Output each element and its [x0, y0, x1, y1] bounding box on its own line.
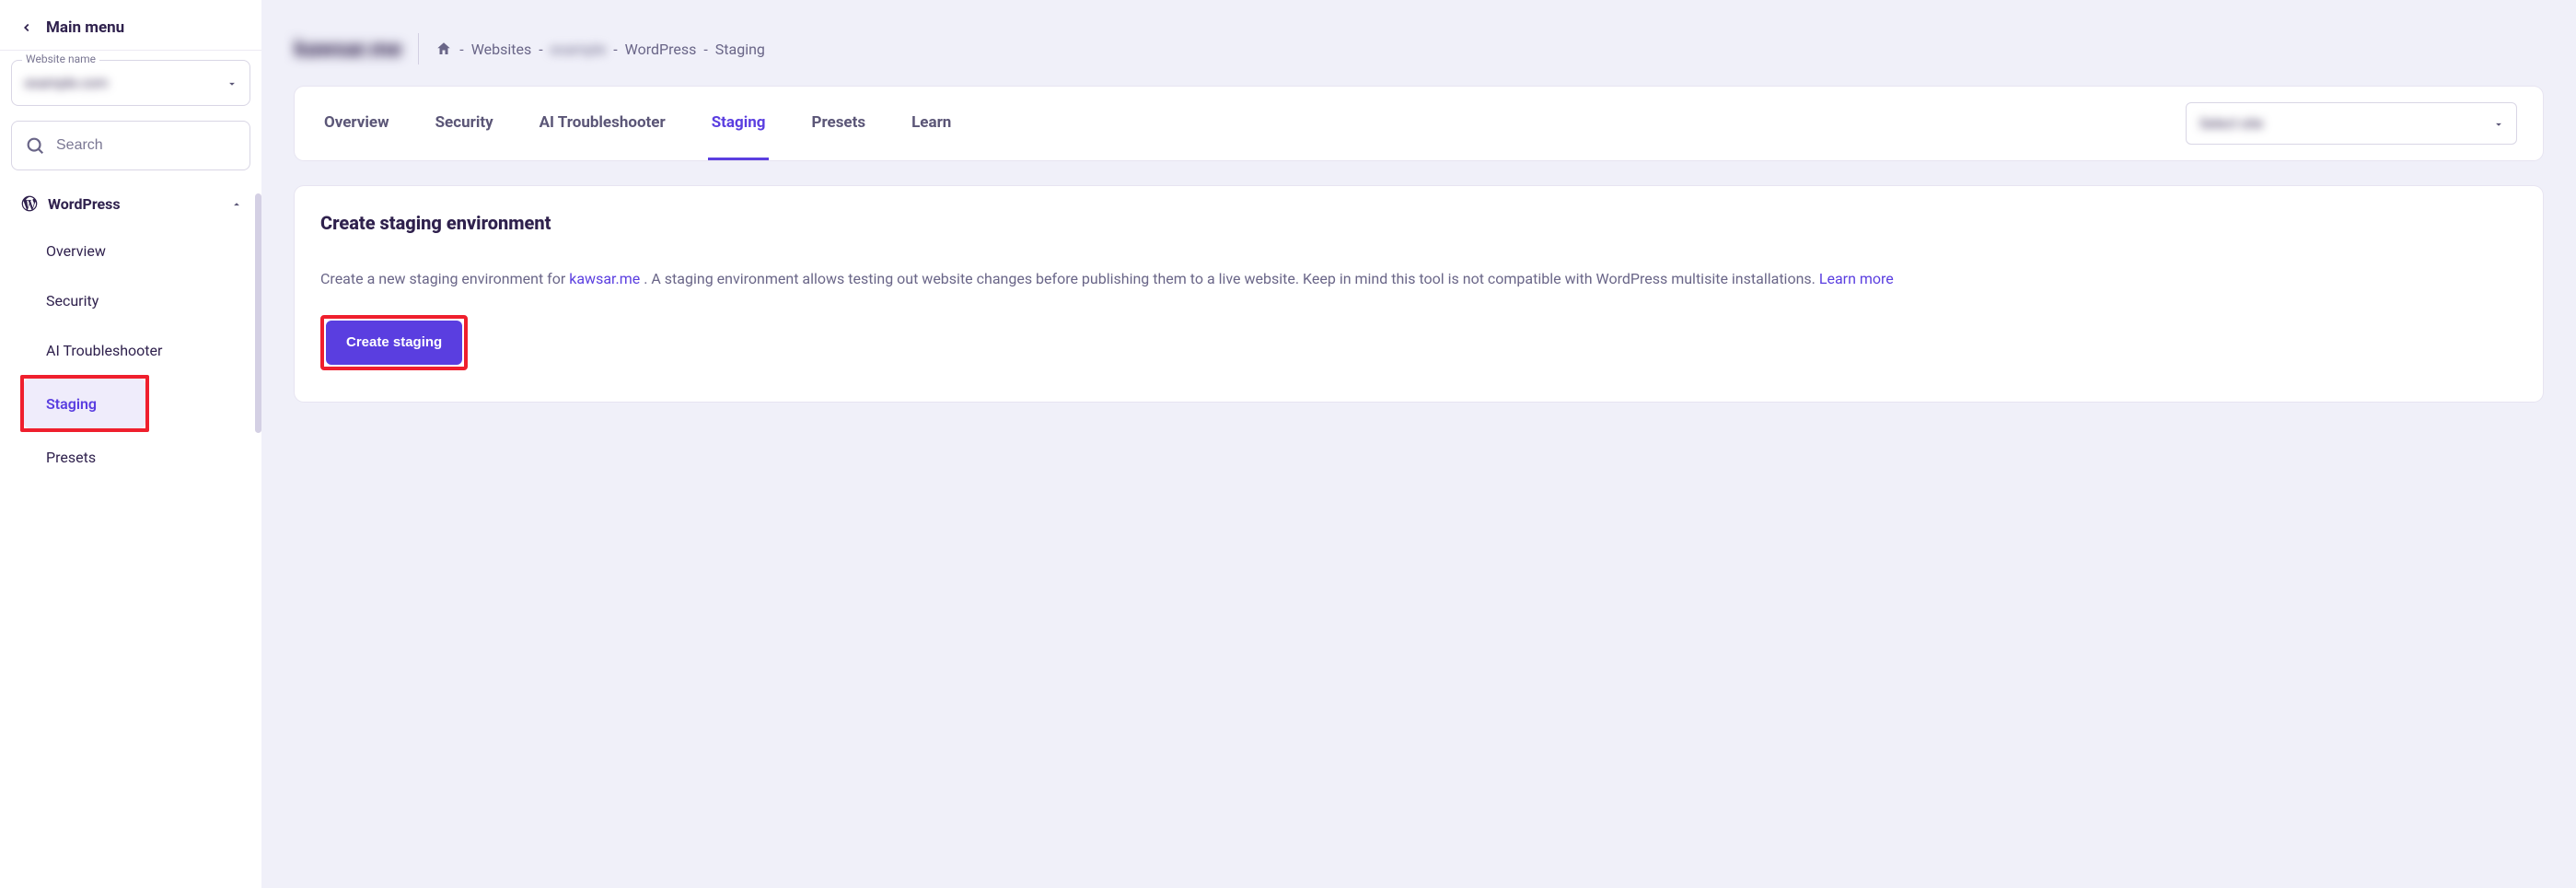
- main-menu-label: Main menu: [46, 18, 124, 37]
- sidebar-item-overview[interactable]: Overview: [20, 226, 250, 275]
- sidebar-item-security[interactable]: Security: [20, 275, 250, 325]
- sidebar-item-label: Staging: [46, 395, 97, 413]
- breadcrumb-site-blurred[interactable]: example: [551, 41, 607, 58]
- chevron-left-icon: [20, 21, 33, 34]
- tab-presets[interactable]: Presets: [807, 87, 869, 160]
- sidebar-item-staging[interactable]: Staging: [24, 379, 145, 428]
- divider: [418, 33, 419, 64]
- home-icon[interactable]: [435, 41, 452, 57]
- sidebar-item-label: AI Troubleshooter: [46, 342, 162, 359]
- sidebar-item-presets[interactable]: Presets: [20, 432, 250, 482]
- scrollbar[interactable]: [255, 193, 261, 433]
- sidebar: Main menu Website name example.com: [0, 0, 261, 888]
- create-staging-button[interactable]: Create staging: [326, 321, 462, 365]
- tab-ai-troubleshooter[interactable]: AI Troubleshooter: [536, 87, 669, 160]
- site-title-blurred: kawsar.me: [295, 36, 401, 62]
- main-content: kawsar.me - Websites - example - WordPre…: [261, 0, 2576, 888]
- caret-up-icon: [230, 198, 241, 209]
- site-select-dropdown[interactable]: Select site: [2186, 102, 2517, 145]
- breadcrumb-websites[interactable]: Websites: [471, 41, 532, 58]
- website-name-label: Website name: [22, 53, 99, 65]
- sidebar-item-ai-troubleshooter[interactable]: AI Troubleshooter: [20, 325, 250, 375]
- learn-more-link[interactable]: Learn more: [1819, 270, 1894, 287]
- tab-overview[interactable]: Overview: [320, 87, 393, 160]
- website-name-dropdown[interactable]: example.com: [11, 60, 250, 106]
- sidebar-item-label: Presets: [46, 449, 96, 466]
- panel-title: Create staging environment: [320, 212, 2517, 234]
- back-to-main-menu[interactable]: Main menu: [0, 0, 261, 51]
- highlight-annotation: Staging: [20, 375, 149, 432]
- breadcrumb-wordpress[interactable]: WordPress: [625, 41, 697, 58]
- tab-staging[interactable]: Staging: [708, 87, 770, 160]
- tab-learn[interactable]: Learn: [908, 87, 955, 160]
- sidebar-item-label: Overview: [46, 242, 106, 260]
- search-input-wrap[interactable]: [11, 121, 250, 170]
- tabs-card: Overview Security AI Troubleshooter Stag…: [295, 87, 2543, 160]
- breadcrumb: - Websites - example - WordPress - Stagi…: [435, 41, 765, 58]
- highlight-annotation: Create staging: [320, 315, 468, 370]
- search-icon: [25, 135, 45, 156]
- breadcrumb-current: Staging: [715, 41, 765, 58]
- site-select-value: Select site: [2199, 115, 2263, 132]
- site-link[interactable]: kawsar.me: [569, 270, 640, 287]
- sidebar-group-label: WordPress: [48, 195, 121, 213]
- tab-security[interactable]: Security: [432, 87, 497, 160]
- staging-panel: Create staging environment Create a new …: [295, 186, 2543, 402]
- search-input[interactable]: [56, 137, 247, 154]
- sidebar-item-label: Security: [46, 292, 99, 310]
- wordpress-icon: [20, 194, 39, 213]
- website-name-value: example.com: [25, 75, 108, 91]
- tabs: Overview Security AI Troubleshooter Stag…: [320, 87, 955, 160]
- caret-down-icon: [226, 77, 237, 88]
- panel-description: Create a new staging environment for kaw…: [320, 267, 2517, 291]
- sidebar-group-wordpress[interactable]: WordPress: [0, 181, 261, 226]
- caret-down-icon: [2492, 118, 2503, 129]
